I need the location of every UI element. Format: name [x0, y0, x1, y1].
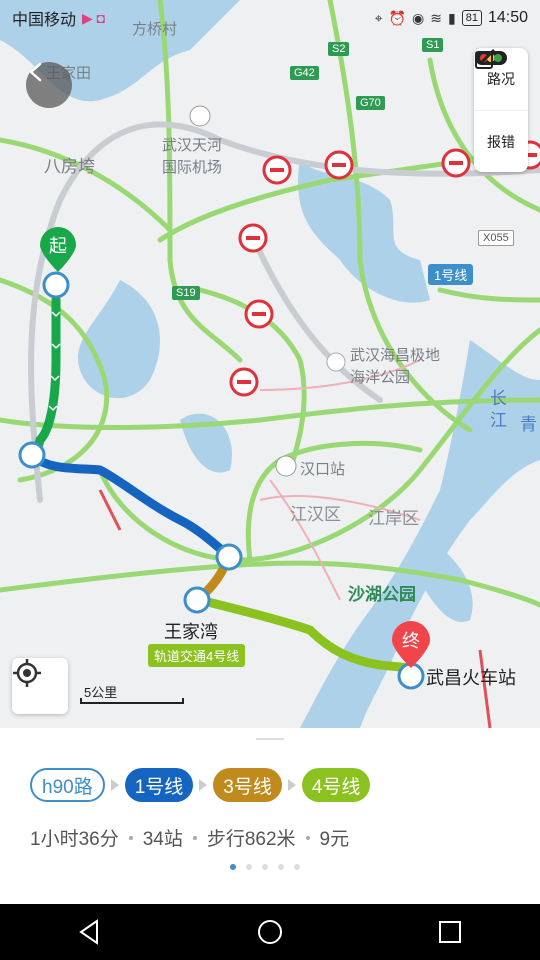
traffic-label: 路况: [487, 71, 515, 87]
route-summary: 1小时36分 34站 步行862米 9元: [30, 824, 349, 851]
separator-dot: [128, 835, 133, 840]
place-label: 武汉天河: [162, 137, 223, 154]
place-label: 汉口站: [300, 461, 346, 478]
segment-arrow-icon: [110, 779, 119, 791]
road-tag: G70: [356, 96, 385, 110]
scale-label: 5公里: [84, 685, 118, 700]
battery-indicator: 81: [461, 10, 482, 26]
segment-line3: 3号线: [213, 768, 282, 802]
nav-home-icon[interactable]: [255, 917, 285, 947]
page-dot: [278, 864, 284, 870]
route-segments: h90路 1号线 3号线 4号线: [30, 768, 371, 802]
road-tag: S2: [328, 42, 350, 56]
page-indicator: [230, 864, 300, 870]
district-label: 江岸区: [368, 509, 419, 528]
place-label: 武汉海昌极地: [350, 347, 441, 364]
road-tag: X055: [478, 230, 514, 246]
scale-bar: [80, 698, 184, 704]
page-dot: [262, 864, 268, 870]
clock-text: 14:50: [487, 9, 528, 26]
segment-arrow-icon: [287, 779, 296, 791]
station-label: 武昌火车站: [426, 668, 516, 688]
locate-button[interactable]: [12, 658, 68, 714]
route-fare: 9元: [319, 829, 350, 850]
map-canvas: [0, 0, 540, 728]
back-button[interactable]: [26, 62, 72, 108]
eye-icon: ◉: [412, 9, 425, 26]
back-arrow-icon: [29, 62, 42, 82]
notification-icons: ▶ ◘: [82, 9, 106, 26]
status-bar: 中国移动 ▶ ◘ ⌖ ⏰ ◉ ≋ ▮ 81 14:50: [0, 0, 540, 36]
place-label: 八房垮: [44, 157, 95, 176]
carrier-text: 中国移动: [12, 12, 77, 29]
separator-dot: [305, 835, 310, 840]
river-label: 青: [520, 415, 537, 434]
page-dot: [230, 864, 236, 870]
metro-line-tag: 1号线: [428, 264, 474, 285]
district-label: 江汉区: [290, 505, 341, 524]
station-label: 王家湾: [164, 622, 218, 642]
report-label: 报错: [487, 134, 515, 150]
end-label: 终: [402, 631, 420, 651]
drag-handle[interactable]: [256, 738, 284, 740]
poi-label: 沙湖公园: [348, 585, 416, 604]
place-label: 海洋公园: [350, 369, 411, 386]
system-nav-bar: [0, 904, 540, 960]
route-map[interactable]: 王家田 方桥村 八房垮 武汉天河 国际机场 武汉海昌极地 海洋公园 汉口站 江汉…: [0, 0, 540, 728]
page-dot: [294, 864, 300, 870]
location-icon: ⌖: [374, 9, 383, 26]
map-side-panel: 路况 报错: [474, 48, 528, 172]
start-label: 起: [49, 236, 67, 256]
place-label: 国际机场: [162, 159, 223, 176]
metro-line-tag: 轨道交通4号线: [148, 644, 246, 667]
road-tag: S19: [172, 286, 200, 300]
road-tag: G42: [290, 66, 319, 80]
report-error-button[interactable]: 报错: [474, 49, 528, 173]
edit-icon: [475, 49, 495, 69]
route-walk: 步行862米: [206, 829, 296, 850]
signal-icon: ▮: [447, 9, 456, 26]
road-tag: S1: [422, 38, 444, 52]
route-card[interactable]: h90路 1号线 3号线 4号线 1小时36分 34站 步行862米 9元: [0, 728, 540, 904]
map-scale: 5公里: [80, 682, 184, 704]
separator-dot: [192, 835, 197, 840]
segment-line1: 1号线: [124, 768, 194, 802]
segment-line4: 4号线: [301, 768, 371, 802]
route-stops: 34站: [142, 829, 183, 850]
route-duration: 1小时36分: [30, 829, 119, 850]
alarm-icon: ⏰: [388, 9, 407, 26]
nav-recents-icon[interactable]: [435, 917, 465, 947]
wifi-icon: ≋: [430, 9, 442, 26]
crosshair-icon: [13, 659, 41, 687]
river-label: 江: [490, 411, 507, 430]
segment-arrow-icon: [199, 779, 208, 791]
segment-bus: h90路: [30, 768, 105, 802]
page-dot: [246, 864, 252, 870]
nav-back-icon[interactable]: [75, 917, 105, 947]
